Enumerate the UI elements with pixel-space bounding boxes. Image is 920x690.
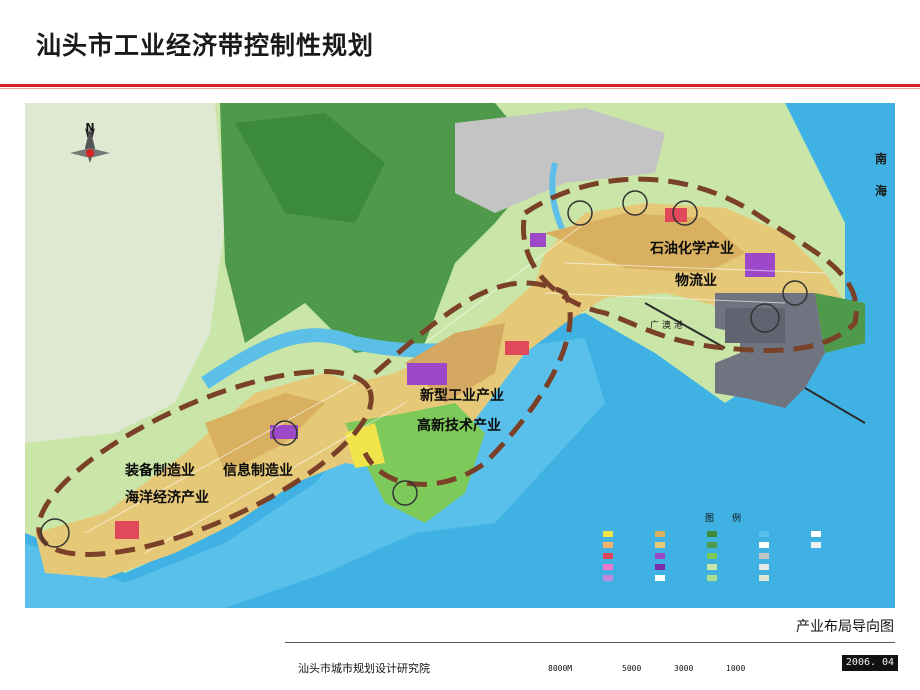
zone-label-equipment: 装备制造业 — [124, 462, 195, 479]
sea-label-hai: 海 — [875, 183, 887, 198]
industry-layout-map: N 南 海 广 澳 港 石油化学产业 物流业 新型工业产业 高新技术产业 装备制… — [25, 103, 895, 608]
page-title: 汕头市工业经济带控制性规划 — [36, 31, 375, 60]
legend-title: 图 例 — [705, 512, 741, 524]
map-caption: 产业布局导向图 — [796, 619, 894, 635]
scale-label-5000: 5000 — [622, 664, 642, 673]
zone-label-information: 信息制造业 — [223, 462, 293, 479]
scale-label-1000: 1000 — [726, 664, 746, 673]
scale-label-3000: 3000 — [674, 664, 694, 673]
harbor-label: 广 澳 港 — [650, 319, 683, 331]
zone-label-logistics: 物流业 — [675, 272, 717, 289]
zone-label-marine: 海洋经济产业 — [125, 489, 209, 506]
footer-divider — [285, 642, 895, 643]
sea-label-nan: 南 — [875, 151, 887, 166]
title-divider — [0, 84, 920, 87]
zone-label-petrochemical: 石油化学产业 — [649, 240, 734, 257]
zone-label-new-industry: 新型工业产业 — [420, 387, 504, 404]
map-legend: 图 例 — [603, 512, 821, 581]
red-parcel-a — [505, 341, 529, 355]
title-divider-shadow — [0, 88, 920, 89]
purple-parcel-c — [745, 253, 775, 277]
zone-label-hightech: 高新技术产业 — [417, 417, 501, 434]
red-parcel-b — [115, 521, 139, 539]
north-label: N — [85, 121, 94, 134]
scale-label-8000: 8000M — [548, 664, 573, 673]
purple-parcel-d — [530, 233, 546, 247]
institute-name: 汕头市城市规划设计研究院 — [298, 662, 430, 675]
purple-parcel-a — [407, 363, 447, 385]
date-badge: 2006. 04 — [842, 655, 898, 671]
